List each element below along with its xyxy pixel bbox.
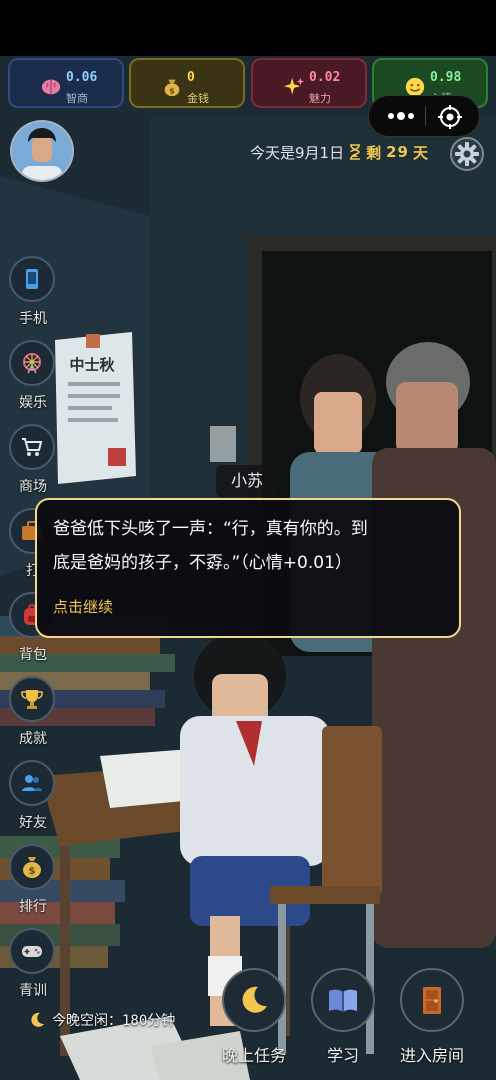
stat-money[interactable]: $ 0 金钱 <box>129 58 245 108</box>
dialog-text: 爸爸低下头咳了一声：“行，真有你的。到 底是爸妈的孩子，不孬。”（心情+0.01… <box>53 512 451 580</box>
stat-iq[interactable]: 0.06 智商 <box>8 58 124 108</box>
study-button[interactable]: 学习 <box>303 968 383 1068</box>
study-circle[interactable] <box>311 968 375 1032</box>
sidebar-item-label: 商场 <box>19 479 47 495</box>
sidebar-item-label: 娱乐 <box>19 395 47 411</box>
enter-room-circle[interactable] <box>400 968 464 1032</box>
stat-money-value: 0 <box>187 70 195 85</box>
gamepad-icon <box>22 946 42 957</box>
sidebar-item-mall[interactable]: 商场 <box>8 424 58 495</box>
phone-icon <box>26 269 38 289</box>
night-task-label: 晚上任务 <box>221 1046 286 1065</box>
stat-charm-value: 0.02 <box>309 70 341 85</box>
miniprogram-capsule <box>368 95 480 137</box>
avatar[interactable] <box>10 120 74 182</box>
sidebar-mall-button[interactable] <box>9 424 55 470</box>
remaining-suffix: 天 <box>412 143 429 162</box>
sidebar-item-label: 青训 <box>19 983 47 999</box>
trophy-icon <box>21 690 43 709</box>
sidebar-training-button[interactable] <box>9 928 55 974</box>
moon-icon <box>242 986 267 1013</box>
sparkle-icon <box>283 77 305 95</box>
dialog-line-2: 底是爸妈的孩子，不孬。”（心情+0.01） <box>53 553 352 573</box>
stat-iq-value: 0.06 <box>66 70 98 85</box>
capsule-divider <box>425 106 426 126</box>
stat-charm[interactable]: 0.02 魅力 <box>251 58 367 108</box>
money-bag-icon: $ <box>23 857 41 878</box>
svg-text:$: $ <box>169 85 175 95</box>
player-portrait <box>12 122 72 180</box>
moon-icon <box>31 1012 44 1027</box>
enter-room-button[interactable]: 进入房间 <box>392 968 472 1068</box>
friends-icon <box>22 775 42 791</box>
sidebar-item-achievements[interactable]: 成就 <box>8 676 58 747</box>
sidebar-item-entertainment[interactable]: 娱乐 <box>8 340 58 411</box>
sidebar-entertainment-button[interactable] <box>9 340 55 386</box>
book-icon <box>329 989 357 1012</box>
night-task-button[interactable]: 晚上任务 <box>214 968 294 1068</box>
sidebar-friends-button[interactable] <box>9 760 55 806</box>
door-icon <box>423 987 441 1014</box>
sidebar-item-friends[interactable]: 好友 <box>8 760 58 831</box>
cart-icon <box>22 438 43 456</box>
stat-mood-value: 0.98 <box>430 70 462 85</box>
sidebar-item-label: 好友 <box>19 815 47 831</box>
speaker-name-tag: 小苏 <box>216 465 278 497</box>
stat-money-label: 金钱 <box>187 92 209 105</box>
remaining-days: 29 <box>386 143 409 161</box>
free-time-text: 今晚空闲：180分钟 <box>52 1013 176 1029</box>
remaining-prefix: 剩 <box>366 143 383 162</box>
stat-iq-label: 智商 <box>66 92 88 105</box>
sidebar-item-label: 成就 <box>19 731 47 747</box>
dialog-box[interactable]: 爸爸低下头咳了一声：“行，真有你的。到 底是爸妈的孩子，不孬。”（心情+0.01… <box>35 498 461 638</box>
wall-poster: 中士秋 <box>55 332 136 484</box>
gear-icon[interactable] <box>449 136 485 172</box>
sidebar-item-training[interactable]: 青训 <box>8 928 58 999</box>
study-label: 学习 <box>326 1046 359 1065</box>
ferris-wheel-icon <box>23 353 41 374</box>
date-info: 今天是9月1日 剩 29 天 <box>250 140 429 164</box>
money-bag-icon: $ <box>164 79 180 97</box>
free-time-info: 今晚空闲：180分钟 <box>28 1008 175 1032</box>
dialog-line-1: 爸爸低下头咳了一声：“行，真有你的。到 <box>53 519 368 539</box>
game-screen: 中士秋 0.06 智商 $ 0 金钱 0.02 魅力 0.98 今天是9月1日 … <box>0 0 496 1080</box>
sidebar-achievements-button[interactable] <box>9 676 55 722</box>
night-task-circle[interactable] <box>222 968 286 1032</box>
sidebar-item-ranking[interactable]: $ 排行 <box>8 844 58 915</box>
svg-text:$: $ <box>29 866 36 877</box>
sidebar-item-label: 排行 <box>19 899 47 915</box>
stat-charm-label: 魅力 <box>309 92 331 105</box>
sidebar-item-label: 背包 <box>19 647 47 663</box>
more-dots-icon[interactable] <box>383 107 419 125</box>
continue-prompt[interactable]: 点击继续 <box>53 596 113 617</box>
close-target-icon[interactable] <box>437 104 463 130</box>
status-bar-area <box>0 0 496 56</box>
hourglass-icon <box>350 144 361 160</box>
sidebar-ranking-button[interactable]: $ <box>9 844 55 890</box>
sidebar-item-label: 手机 <box>19 311 47 327</box>
date-text: 今天是9月1日 <box>250 143 345 162</box>
brain-icon <box>41 79 61 95</box>
enter-room-label: 进入房间 <box>399 1046 464 1065</box>
sidebar-phone-button[interactable] <box>9 256 55 302</box>
svg-text:中士秋: 中士秋 <box>69 356 115 374</box>
sidebar-item-phone[interactable]: 手机 <box>8 256 58 327</box>
